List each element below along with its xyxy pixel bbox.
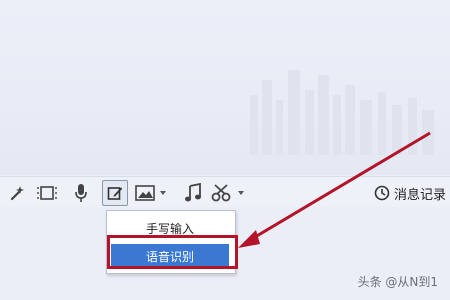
clock-icon — [374, 185, 390, 201]
message-history-button[interactable]: 消息记录 — [374, 183, 446, 203]
watermark: 头条 @从N到1 — [357, 275, 438, 289]
message-history-label: 消息记录 — [393, 187, 446, 203]
microphone-icon[interactable] — [70, 182, 92, 204]
magic-wand-icon[interactable] — [6, 182, 28, 204]
screenshot-icon[interactable] — [36, 182, 58, 204]
city-skyline-background — [250, 70, 434, 155]
annotation-highlight-box — [107, 235, 238, 269]
chat-toolbar: 消息记录 — [0, 176, 450, 207]
music-icon[interactable] — [182, 182, 204, 204]
chat-background — [0, 0, 450, 175]
handwrite-edit-icon[interactable] — [102, 180, 128, 206]
image-icon[interactable] — [134, 182, 170, 204]
scissors-icon[interactable] — [210, 182, 250, 204]
